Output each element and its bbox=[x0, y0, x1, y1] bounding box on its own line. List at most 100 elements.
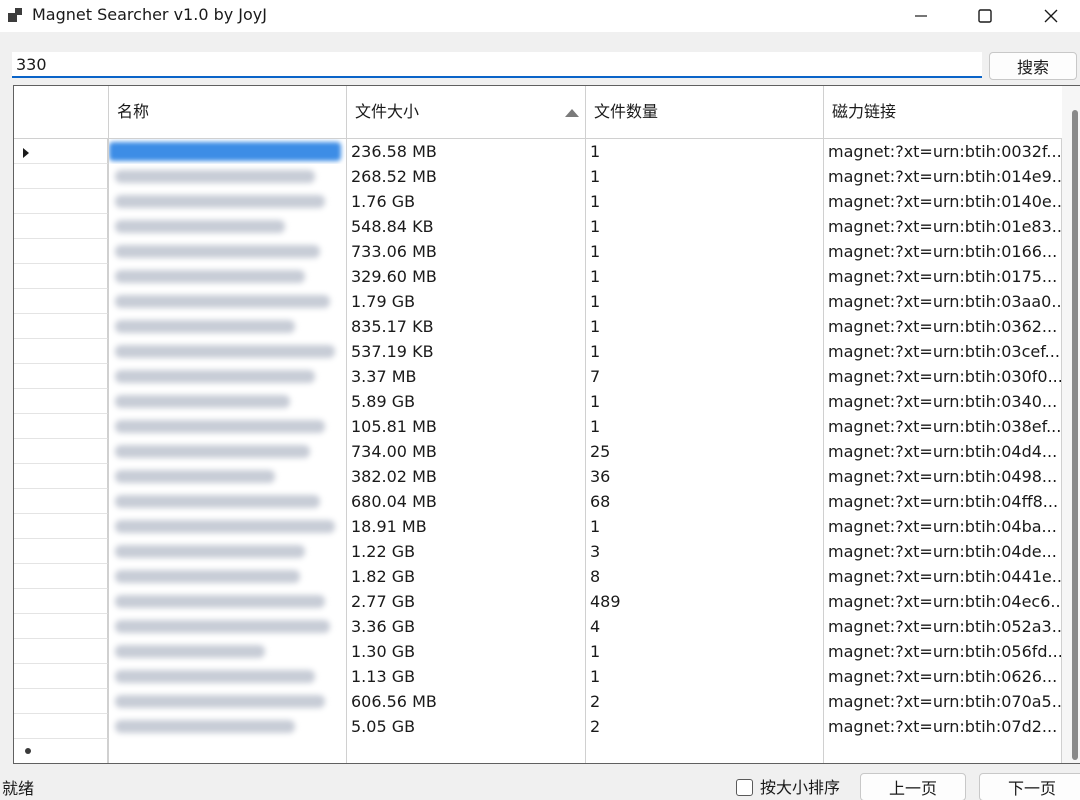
cell-magnet[interactable]: magnet:?xt=urn:btih:0340... bbox=[825, 389, 1061, 414]
row-header[interactable] bbox=[14, 639, 108, 664]
next-page-button[interactable]: 下一页 bbox=[979, 773, 1080, 800]
cell-size[interactable]: 5.89 GB bbox=[348, 389, 584, 414]
cell-size[interactable]: 680.04 MB bbox=[348, 489, 584, 514]
cell-size[interactable]: 733.06 MB bbox=[348, 239, 584, 264]
cell-count[interactable]: 1 bbox=[587, 139, 822, 164]
cell-name[interactable] bbox=[109, 464, 346, 489]
cell-name[interactable] bbox=[109, 314, 346, 339]
cell-size[interactable]: 18.91 MB bbox=[348, 514, 584, 539]
maximize-button[interactable] bbox=[962, 0, 1008, 32]
row-header[interactable] bbox=[14, 364, 108, 389]
cell-magnet[interactable]: magnet:?xt=urn:btih:04d4... bbox=[825, 439, 1061, 464]
scrollbar-thumb[interactable] bbox=[1072, 110, 1078, 760]
cell-size[interactable]: 105.81 MB bbox=[348, 414, 584, 439]
cell-size[interactable]: 268.52 MB bbox=[348, 164, 584, 189]
cell-count[interactable]: 1 bbox=[587, 339, 822, 364]
cell-count[interactable]: 1 bbox=[587, 514, 822, 539]
cell-count[interactable]: 2 bbox=[587, 689, 822, 714]
cell-name[interactable] bbox=[109, 389, 346, 414]
cell-magnet[interactable]: magnet:?xt=urn:btih:038ef... bbox=[825, 414, 1061, 439]
cell-size[interactable]: 3.37 MB bbox=[348, 364, 584, 389]
cell-name[interactable] bbox=[109, 539, 346, 564]
cell-magnet[interactable]: magnet:?xt=urn:btih:03cef... bbox=[825, 339, 1061, 364]
column-header-name[interactable]: 名称 bbox=[109, 86, 347, 138]
table-row[interactable]: 329.60 MB 1 magnet:?xt=urn:btih:0175... bbox=[14, 264, 1062, 289]
sort-by-size-checkbox[interactable] bbox=[736, 779, 753, 796]
cell-magnet[interactable]: magnet:?xt=urn:btih:0498... bbox=[825, 464, 1061, 489]
cell-name[interactable] bbox=[109, 139, 346, 164]
column-header-magnet[interactable]: 磁力链接 bbox=[824, 86, 1062, 138]
cell-size[interactable]: 382.02 MB bbox=[348, 464, 584, 489]
cell-magnet[interactable]: magnet:?xt=urn:btih:0032f... bbox=[825, 139, 1061, 164]
cell-size[interactable]: 734.00 MB bbox=[348, 439, 584, 464]
cell-magnet[interactable]: magnet:?xt=urn:btih:0166... bbox=[825, 239, 1061, 264]
column-header-count[interactable]: 文件数量 bbox=[586, 86, 824, 138]
cell-count[interactable]: 1 bbox=[587, 664, 822, 689]
row-header[interactable] bbox=[14, 289, 108, 314]
table-row[interactable]: 733.06 MB 1 magnet:?xt=urn:btih:0166... bbox=[14, 239, 1062, 264]
cell-name[interactable] bbox=[109, 364, 346, 389]
cell-name[interactable] bbox=[109, 189, 346, 214]
cell-count[interactable]: 1 bbox=[587, 639, 822, 664]
row-header[interactable] bbox=[14, 339, 108, 364]
cell-count[interactable]: 1 bbox=[587, 314, 822, 339]
table-row[interactable]: 1.82 GB 8 magnet:?xt=urn:btih:0441e... bbox=[14, 564, 1062, 589]
cell-count[interactable]: 68 bbox=[587, 489, 822, 514]
row-header[interactable] bbox=[14, 614, 108, 639]
table-row[interactable]: 268.52 MB 1 magnet:?xt=urn:btih:014e9... bbox=[14, 164, 1062, 189]
search-button[interactable]: 搜索 bbox=[989, 52, 1077, 80]
row-header[interactable] bbox=[14, 139, 108, 164]
cell-size[interactable]: 329.60 MB bbox=[348, 264, 584, 289]
cell-size[interactable]: 1.22 GB bbox=[348, 539, 584, 564]
cell-name[interactable] bbox=[109, 414, 346, 439]
search-input[interactable] bbox=[12, 52, 982, 78]
table-row[interactable]: 1.79 GB 1 magnet:?xt=urn:btih:03aa0... bbox=[14, 289, 1062, 314]
cell-magnet[interactable]: magnet:?xt=urn:btih:052a3... bbox=[825, 614, 1061, 639]
cell-magnet[interactable]: magnet:?xt=urn:btih:01e83... bbox=[825, 214, 1061, 239]
cell-magnet[interactable]: magnet:?xt=urn:btih:0626... bbox=[825, 664, 1061, 689]
row-header[interactable] bbox=[14, 589, 108, 614]
table-row[interactable]: 835.17 KB 1 magnet:?xt=urn:btih:0362... bbox=[14, 314, 1062, 339]
cell-count[interactable]: 1 bbox=[587, 214, 822, 239]
cell-name[interactable] bbox=[109, 164, 346, 189]
cell-size[interactable]: 2.77 GB bbox=[348, 589, 584, 614]
cell-magnet[interactable]: magnet:?xt=urn:btih:07d2... bbox=[825, 714, 1061, 739]
cell-name[interactable] bbox=[109, 664, 346, 689]
row-header[interactable] bbox=[14, 439, 108, 464]
cell-count[interactable]: 1 bbox=[587, 264, 822, 289]
row-header[interactable] bbox=[14, 489, 108, 514]
vertical-scrollbar[interactable] bbox=[1062, 86, 1080, 763]
cell-name[interactable] bbox=[109, 489, 346, 514]
table-row[interactable]: 1.22 GB 3 magnet:?xt=urn:btih:04de... bbox=[14, 539, 1062, 564]
cell-name[interactable] bbox=[109, 289, 346, 314]
row-header[interactable] bbox=[14, 164, 108, 189]
row-header[interactable] bbox=[14, 414, 108, 439]
cell-name[interactable] bbox=[109, 514, 346, 539]
row-header[interactable] bbox=[14, 189, 108, 214]
cell-size[interactable]: 1.30 GB bbox=[348, 639, 584, 664]
cell-size[interactable]: 236.58 MB bbox=[348, 139, 584, 164]
cell-count[interactable]: 1 bbox=[587, 239, 822, 264]
table-row[interactable]: 18.91 MB 1 magnet:?xt=urn:btih:04ba... bbox=[14, 514, 1062, 539]
cell-name[interactable] bbox=[109, 214, 346, 239]
cell-magnet[interactable]: magnet:?xt=urn:btih:0140e... bbox=[825, 189, 1061, 214]
cell-magnet[interactable]: magnet:?xt=urn:btih:070a5... bbox=[825, 689, 1061, 714]
results-grid[interactable]: 名称 文件大小 文件数量 磁力链接 236.58 MB 1 magnet:?xt=u… bbox=[13, 85, 1080, 764]
cell-magnet[interactable]: magnet:?xt=urn:btih:04ec6... bbox=[825, 589, 1061, 614]
sort-by-size-label[interactable]: 按大小排序 bbox=[760, 778, 840, 798]
cell-name[interactable] bbox=[109, 439, 346, 464]
table-row[interactable]: 5.89 GB 1 magnet:?xt=urn:btih:0340... bbox=[14, 389, 1062, 414]
cell-magnet[interactable]: magnet:?xt=urn:btih:04ff8... bbox=[825, 489, 1061, 514]
cell-name[interactable] bbox=[109, 264, 346, 289]
cell-magnet[interactable]: magnet:?xt=urn:btih:030f0... bbox=[825, 364, 1061, 389]
cell-size[interactable]: 5.05 GB bbox=[348, 714, 584, 739]
table-row[interactable]: 5.05 GB 2 magnet:?xt=urn:btih:07d2... bbox=[14, 714, 1062, 739]
cell-size[interactable]: 1.13 GB bbox=[348, 664, 584, 689]
title-bar[interactable]: Magnet Searcher v1.0 by JoyJ bbox=[0, 0, 1080, 32]
cell-magnet[interactable]: magnet:?xt=urn:btih:04ba... bbox=[825, 514, 1061, 539]
table-row[interactable]: 1.13 GB 1 magnet:?xt=urn:btih:0626... bbox=[14, 664, 1062, 689]
row-header[interactable] bbox=[14, 239, 108, 264]
cell-size[interactable]: 3.36 GB bbox=[348, 614, 584, 639]
cell-name[interactable] bbox=[109, 339, 346, 364]
cell-size[interactable]: 1.76 GB bbox=[348, 189, 584, 214]
